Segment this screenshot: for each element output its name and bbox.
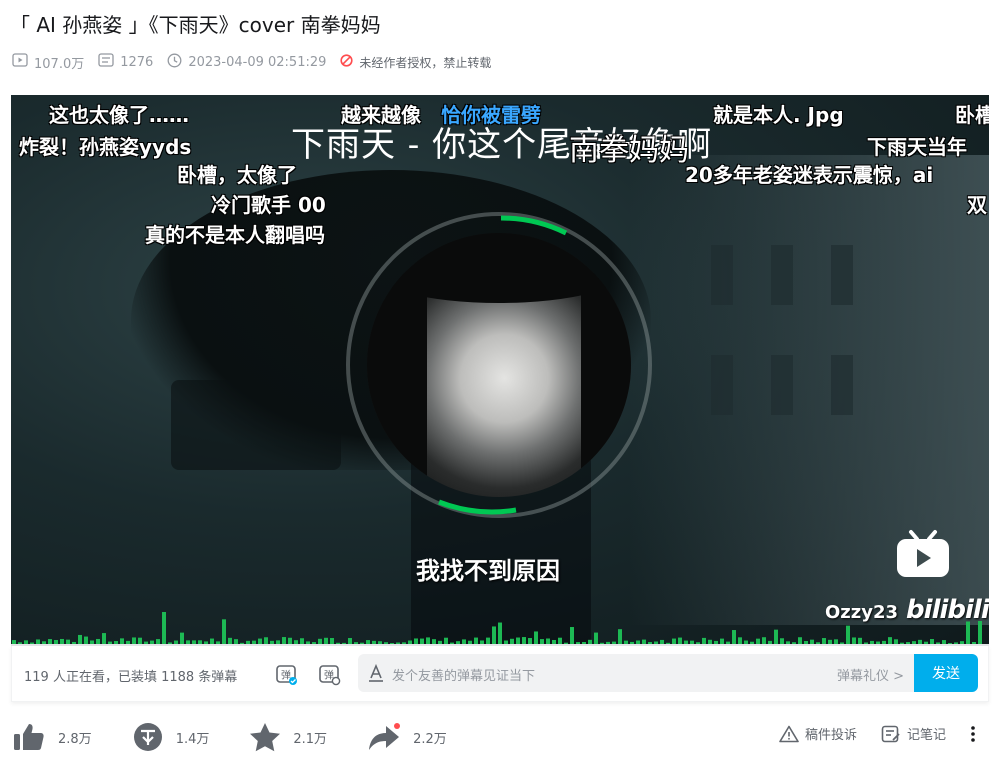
background-window — [771, 245, 793, 305]
equalizer-bar — [222, 619, 226, 646]
copyright-notice: 未经作者授权，禁止转载 — [340, 54, 491, 71]
danmaku-comment: 双 — [967, 193, 987, 217]
view-count: 107.0万 — [12, 53, 84, 72]
favorite-button[interactable]: 2.1万 — [249, 722, 327, 752]
danmaku-count: 1276 — [98, 53, 153, 71]
note-icon — [881, 725, 900, 742]
equalizer-bar — [162, 612, 166, 646]
equalizer-bar — [978, 620, 982, 646]
star-icon — [250, 723, 281, 752]
warning-icon — [779, 725, 799, 742]
danmaku-count-value: 1276 — [120, 54, 154, 70]
danmaku-comment: 南拳妈妈 — [569, 133, 689, 168]
danmaku-count-icon — [98, 53, 120, 71]
clock-icon — [167, 53, 188, 72]
danmaku-toggle-icon[interactable]: 弹 — [274, 662, 298, 686]
cover-hair — [367, 273, 427, 493]
thumbs-up-icon — [14, 724, 44, 750]
report-label: 稿件投诉 — [804, 728, 857, 743]
danmaku-input-placeholder: 发个友善的弹幕见证当下 — [392, 669, 536, 684]
background-window — [831, 245, 853, 305]
like-count: 2.8万 — [58, 731, 92, 747]
notes-label: 记笔记 — [906, 728, 946, 743]
background-window — [771, 355, 793, 415]
bilibili-tv-icon — [897, 530, 949, 577]
danmaku-comment: 就是本人. Jpg — [713, 103, 844, 127]
album-cover-disc — [367, 233, 631, 497]
equalizer-bar — [966, 621, 970, 646]
view-count-value: 107.0万 — [34, 56, 85, 72]
video-action-bar: 2.8万 1.4万 2.1万 2.2万 — [12, 720, 487, 754]
background-window — [711, 355, 733, 415]
danmaku-etiquette-link[interactable]: 弹幕礼仪 > — [837, 665, 904, 684]
more-menu-button[interactable] — [970, 725, 982, 743]
text-style-icon[interactable] — [368, 664, 384, 682]
coin-icon — [133, 723, 162, 751]
equalizer-bar — [846, 625, 850, 646]
share-count: 2.2万 — [413, 731, 447, 747]
danmaku-comment: 恰你被雷劈 — [441, 103, 541, 127]
background-window — [711, 245, 733, 305]
share-arrow-icon — [369, 723, 401, 750]
equalizer-bar — [498, 622, 502, 646]
video-player[interactable]: 下雨天 - 你这个尾音好像啊 这也太像了…… 越来越像 恰你被雷劈 南拳妈妈 就… — [11, 95, 989, 646]
danmaku-input[interactable]: 发个友善的弹幕见证当下 弹幕礼仪 > — [358, 654, 914, 692]
danmaku-comment: 越来越像 — [341, 103, 421, 127]
copyright-text: 未经作者授权，禁止转载 — [359, 55, 492, 70]
danmaku-toolbar: 119 人正在看，已装填 1188 条弹幕 弹 弹 发个友善的弹幕见证当下 弹幕… — [11, 646, 989, 702]
coin-button[interactable]: 1.4万 — [132, 721, 210, 753]
danmaku-comment: 卧槽 — [955, 103, 989, 127]
secondary-actions: 稿件投诉 记笔记 — [755, 724, 982, 743]
danmaku-comment: 卧槽，太像了 — [177, 163, 297, 187]
danmaku-comment: 炸裂！孙燕姿yyds — [19, 135, 192, 159]
video-title: 「 AI 孙燕姿 」《下雨天》cover 南拳妈妈 — [10, 13, 381, 37]
publish-date-value: 2023-04-09 02:51:29 — [188, 54, 327, 70]
notes-button[interactable]: 记笔记 — [881, 724, 946, 743]
audio-equalizer — [12, 612, 982, 646]
coin-count: 1.4万 — [175, 731, 210, 747]
send-button[interactable]: 发送 — [914, 654, 978, 692]
danmaku-settings-icon[interactable]: 弹 — [317, 662, 341, 686]
play-count-icon — [12, 53, 34, 71]
more-dots-icon — [971, 725, 975, 742]
danmaku-comment: 20多年老姿迷表示震惊，ai — [685, 163, 934, 187]
danmaku-comment: 真的不是本人翻唱吗 — [145, 223, 325, 247]
background-window — [831, 355, 853, 415]
forbidden-icon — [340, 54, 359, 70]
report-button[interactable]: 稿件投诉 — [779, 724, 857, 743]
like-button[interactable]: 2.8万 — [12, 722, 92, 752]
cover-hair — [581, 273, 631, 493]
share-button[interactable]: 2.2万 — [367, 722, 447, 752]
lyric-subtitle: 我找不到原因 — [416, 557, 560, 585]
viewer-count-text: 119 人正在看，已装填 1188 条弹幕 — [24, 670, 238, 685]
publish-date: 2023-04-09 02:51:29 — [167, 53, 326, 72]
danmaku-comment: 这也太像了…… — [49, 103, 189, 127]
danmaku-comment: 下雨天当年 — [867, 135, 967, 159]
danmaku-comment: 冷门歌手 00 — [211, 193, 326, 217]
favorite-count: 2.1万 — [293, 731, 328, 747]
video-meta: 107.0万 1276 2023-04-09 02:51:29 未经作者授权，禁… — [12, 52, 505, 72]
